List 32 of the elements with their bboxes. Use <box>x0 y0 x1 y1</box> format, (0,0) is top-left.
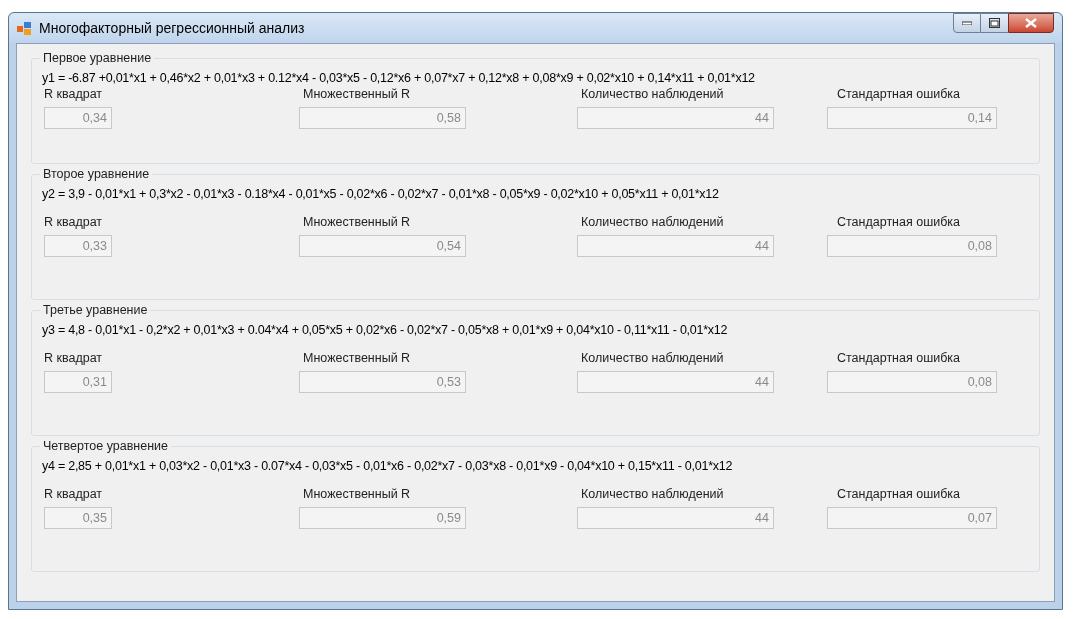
field-label: Количество наблюдений <box>580 86 725 102</box>
close-button[interactable] <box>1008 13 1054 33</box>
field-label: R квадрат <box>44 486 104 502</box>
equation-text: y3 = 4,8 - 0,01*x1 - 0,2*x2 + 0,01*x3 + 0.04*x4 + 0,05*x5 + 0,02*x6 - 0,02*x7 - 0,05*x8 + 0,01*x9 + 0,04*x10 - 0,11*x11 - 0,01*x12 <box>42 322 729 338</box>
field-label: Количество наблюдений <box>580 350 725 366</box>
field-label: Стандартная ошибка <box>836 486 962 502</box>
field-label: Множественный R <box>302 214 412 230</box>
equation-text: y1 = -6.87 +0,01*x1 + 0,46*x2 + 0,01*x3 + 0.12*x4 - 0,03*x5 - 0,12*x6 + 0,07*x7 + 0,12*x8 + 0,08*x9 + 0,02*x10 + 0,14*x11 + 0,01*x12 <box>42 70 756 86</box>
minimize-button[interactable] <box>953 13 981 33</box>
field-label: Множественный R <box>302 486 412 502</box>
field-label: Количество наблюдений <box>580 486 725 502</box>
group-title: Третье уравнение <box>40 303 151 318</box>
close-icon <box>1025 18 1037 28</box>
field-label: R квадрат <box>44 350 104 366</box>
field-label: Стандартная ошибка <box>836 86 962 102</box>
field-label: R квадрат <box>44 214 104 230</box>
group-title: Первое уравнение <box>40 51 155 66</box>
equation-text: y2 = 3,9 - 0,01*x1 + 0,3*x2 - 0,01*x3 - 0.18*x4 - 0,01*x5 - 0,02*x6 - 0,02*x7 - 0,01*x8 - 0,05*x9 - 0,02*x10 + 0,05*x11 + 0,01*x12 <box>42 186 720 202</box>
maximize-button[interactable] <box>981 13 1008 33</box>
field-label: Стандартная ошибка <box>836 214 962 230</box>
app-icon <box>17 21 31 35</box>
field-label: R квадрат <box>44 86 104 102</box>
field-label: Множественный R <box>302 350 412 366</box>
window-title: Многофакторный регрессионный анализ <box>39 18 305 38</box>
group-title: Второе уравнение <box>40 167 153 182</box>
group-title: Четвертое уравнение <box>40 439 172 454</box>
minimize-icon <box>962 21 972 25</box>
field-label: Количество наблюдений <box>580 214 725 230</box>
field-label: Стандартная ошибка <box>836 350 962 366</box>
equation-text: y4 = 2,85 + 0,01*x1 + 0,03*x2 - 0,01*x3 - 0.07*x4 - 0,03*x5 - 0,01*x6 - 0,02*x7 - 0,03*x8 - 0,01*x9 - 0,04*x10 + 0,15*x11 - 0,01*x12 <box>42 458 734 474</box>
field-label: Множественный R <box>302 86 412 102</box>
maximize-icon <box>989 18 1000 28</box>
